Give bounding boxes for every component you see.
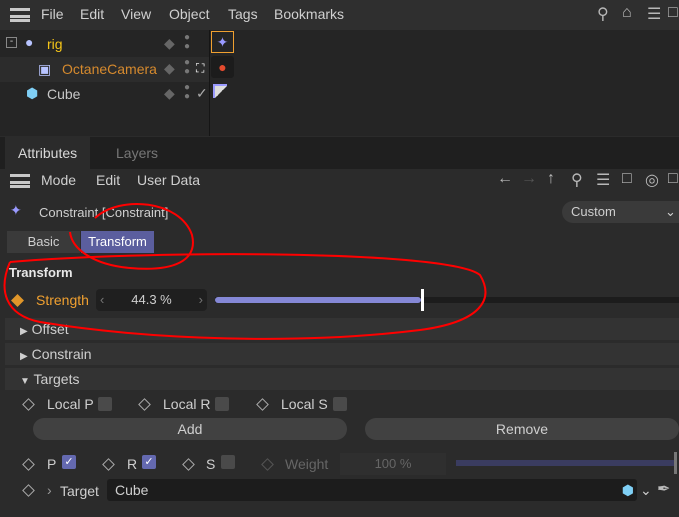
red-annotation-circles	[3, 202, 487, 340]
